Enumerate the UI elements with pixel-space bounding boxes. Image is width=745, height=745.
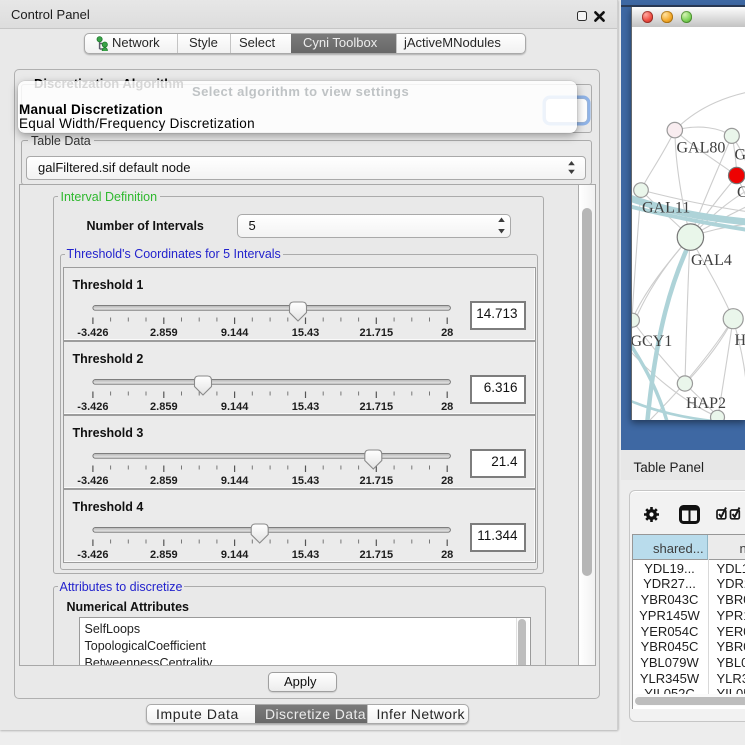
svg-text:HAP2: HAP2 xyxy=(686,395,726,412)
svg-text:21.715: 21.715 xyxy=(359,549,393,561)
svg-text:15.43: 15.43 xyxy=(291,475,319,487)
svg-text:GAL11: GAL11 xyxy=(642,200,690,217)
svg-text:GA: GA xyxy=(735,147,745,164)
svg-text:28: 28 xyxy=(441,549,453,561)
svg-text:-3.426: -3.426 xyxy=(77,549,108,561)
svg-text:-3.426: -3.426 xyxy=(77,475,108,487)
svg-text:2.859: 2.859 xyxy=(150,475,178,487)
svg-text:9.144: 9.144 xyxy=(220,327,248,339)
svg-text:2.859: 2.859 xyxy=(150,401,178,413)
svg-text:21.715: 21.715 xyxy=(359,401,393,413)
svg-text:9.144: 9.144 xyxy=(220,549,248,561)
svg-text:2.859: 2.859 xyxy=(150,327,178,339)
svg-text:15.43: 15.43 xyxy=(291,327,319,339)
svg-text:GCY1: GCY1 xyxy=(632,333,672,350)
svg-text:-3.426: -3.426 xyxy=(77,401,108,413)
svg-text:9.144: 9.144 xyxy=(220,475,248,487)
svg-text:GAL80: GAL80 xyxy=(677,140,726,157)
svg-text:28: 28 xyxy=(441,327,453,339)
svg-text:21.715: 21.715 xyxy=(359,327,393,339)
svg-text:21.715: 21.715 xyxy=(359,475,393,487)
svg-text:2.859: 2.859 xyxy=(150,549,178,561)
svg-text:9.144: 9.144 xyxy=(220,401,248,413)
svg-text:-3.426: -3.426 xyxy=(77,327,108,339)
svg-text:28: 28 xyxy=(441,401,453,413)
svg-text:28: 28 xyxy=(441,475,453,487)
svg-text:GAL4: GAL4 xyxy=(691,252,732,269)
svg-text:H: H xyxy=(735,332,745,349)
svg-text:15.43: 15.43 xyxy=(291,401,319,413)
svg-text:15.43: 15.43 xyxy=(291,549,319,561)
svg-text:C: C xyxy=(737,184,745,201)
